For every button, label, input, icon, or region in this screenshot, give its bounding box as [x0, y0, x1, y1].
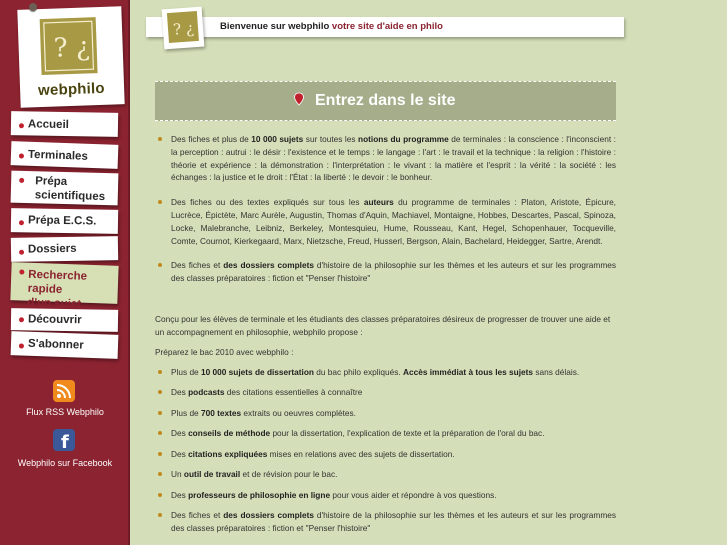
enter-site-banner[interactable]: Entrez dans le site — [155, 81, 616, 121]
audience-paragraph: Conçu pour les élèves de terminale et le… — [155, 314, 611, 337]
svg-text:f: f — [61, 432, 69, 451]
menu-item-accueil[interactable]: Accueil — [10, 111, 119, 137]
welcome-text: Bienvenue sur webphilo — [220, 21, 330, 32]
emphasis-text: professeurs de philosophie en ligne — [188, 489, 331, 500]
logo-mark: ? ¿ — [39, 17, 98, 76]
list-item-text: extraits ou oeuvres complètes. — [241, 407, 356, 418]
list-item-text: Des fiches et plus de — [171, 134, 252, 144]
list-item-text: Des fiches ou des textes expliqués sur t… — [171, 197, 364, 208]
list-item-text: du bac philo expliqués. — [313, 367, 403, 377]
list-item-text: Un — [171, 469, 184, 480]
list-item: Des fiches et plus de 10 000 sujets sur … — [155, 133, 616, 184]
menu-bullet-icon — [18, 317, 25, 323]
list-item-text: pour vous aider et répondre à vos questi… — [330, 489, 497, 500]
features-list: Plus de 10 000 sujets de dissertation du… — [155, 366, 616, 535]
menu-bullet-icon — [19, 249, 25, 255]
sidebar: ? ¿ webphilo Accueil Terminales Prépa sc… — [0, 0, 130, 545]
menu-item-label: Découvrir — [27, 313, 82, 327]
menu-item-prepa-ecs[interactable]: Prépa E.C.S. — [10, 208, 119, 234]
emphasis-text: 700 textes — [200, 407, 242, 418]
tagline-text: votre site d'aide en philo — [331, 21, 443, 32]
menu-item-decouvrir[interactable]: Découvrir — [10, 308, 119, 332]
emphasis-text: Accès immédiat à tous les sujets — [403, 367, 534, 377]
emphasis-text: auteurs — [363, 197, 394, 208]
menu-item-label: Prépa scientifiques — [34, 175, 106, 204]
list-item-text: sur toutes les — [303, 134, 359, 144]
logo-symbol-question: ? ¿ — [53, 32, 90, 63]
list-item: Des professeurs de philosophie en ligne … — [155, 489, 616, 502]
emphasis-text: 10 000 sujets de dissertation — [200, 367, 314, 377]
rss-icon[interactable] — [53, 380, 75, 402]
menu-item-label: Dossiers — [27, 242, 77, 256]
list-item-text: Des — [171, 428, 189, 439]
header-bar: Bienvenue sur webphilo votre site d'aide… — [146, 17, 624, 37]
facebook-link[interactable]: Webphilo sur Facebook — [0, 458, 130, 468]
list-item-text: Des — [171, 489, 189, 500]
header-welcome: Bienvenue sur webphilo votre site d'aide… — [220, 21, 443, 32]
svg-text:? ¿: ? ¿ — [172, 19, 194, 38]
header-logo[interactable]: ? ¿ — [161, 6, 205, 50]
header-logo-mark: ? ¿ — [166, 10, 199, 44]
menu-item-label: Terminales — [27, 148, 89, 163]
menu-bullet-icon — [18, 123, 25, 129]
list-item: Plus de 10 000 sujets de dissertation du… — [155, 366, 616, 379]
emphasis-text: outil de travail — [183, 469, 241, 480]
menu-bullet-icon — [19, 177, 25, 183]
menu-item-label: Recherche rapide d'un sujet — [27, 268, 88, 311]
emphasis-text: citations expliquées — [188, 448, 268, 459]
list-item: Un outil de travail et de révision pour … — [155, 468, 616, 481]
emphasis-text: podcasts — [188, 387, 225, 398]
facebook-icon[interactable]: f — [53, 429, 75, 453]
menu-item-terminales[interactable]: Terminales — [10, 141, 119, 169]
list-item-text: et de révision pour le bac. — [240, 469, 338, 480]
menu-item-label: Prépa E.C.S. — [27, 214, 97, 228]
emphasis-text: conseils de méthode — [188, 428, 271, 439]
logo-text: webphilo — [37, 79, 106, 100]
menu-item-label: Accueil — [27, 118, 70, 132]
list-item: Plus de 700 textes extraits ou oeuvres c… — [155, 407, 616, 420]
list-item-text: pour la dissertation, l'explication de t… — [270, 428, 545, 439]
bac-paragraph: Préparez le bac 2010 avec webphilo : — [155, 347, 294, 357]
list-item-text: Des — [171, 387, 189, 398]
list-item: Des citations expliquées mises en relati… — [155, 448, 616, 461]
list-item-text: Plus de — [171, 407, 201, 418]
list-item-text: Des fiches et — [171, 510, 224, 521]
banner-title: Entrez dans le site — [315, 92, 456, 109]
intro-list: Des fiches et plus de 10 000 sujets sur … — [155, 133, 616, 285]
menu-bullet-icon — [18, 153, 25, 159]
site-logo[interactable]: ? ¿ webphilo — [17, 6, 125, 108]
list-item: Des fiches et des dossiers complets d'hi… — [155, 509, 616, 535]
pushpin-icon — [29, 3, 37, 11]
emphasis-text: des dossiers complets — [223, 510, 314, 521]
list-item-text: Des fiches et — [171, 260, 224, 271]
menu-item-recherche-rapide[interactable]: Recherche rapide d'un sujet — [10, 262, 119, 311]
list-item-text: sans délais. — [533, 367, 580, 377]
menu-item-sabonner[interactable]: S'abonner — [10, 331, 119, 359]
list-item: Des fiches et des dossiers complets d'hi… — [155, 259, 616, 285]
list-item: Des conseils de méthode pour la disserta… — [155, 427, 616, 440]
list-item: Des fiches ou des textes expliqués sur t… — [155, 196, 616, 247]
menu-item-dossiers[interactable]: Dossiers — [10, 236, 119, 262]
menu-bullet-icon — [18, 343, 25, 349]
list-item-text: Des — [171, 448, 189, 459]
emphasis-text: notions du programme — [358, 134, 449, 144]
menu-item-label: S'abonner — [27, 337, 84, 352]
location-pin-icon — [294, 92, 304, 106]
menu-bullet-icon — [19, 269, 25, 275]
list-item-text: des citations essentielles à connaître — [224, 387, 363, 398]
list-item-text: mises en relations avec des sujets de di… — [267, 448, 455, 459]
menu-bullet-icon — [18, 220, 25, 226]
menu-item-prepa-scientifiques[interactable]: Prépa scientifiques — [10, 170, 119, 206]
list-item: Des podcasts des citations essentielles … — [155, 386, 616, 399]
list-item-text: Plus de — [171, 367, 201, 377]
emphasis-text: 10 000 sujets — [251, 134, 304, 144]
rss-link[interactable]: Flux RSS Webphilo — [0, 407, 130, 417]
emphasis-text: des dossiers complets — [223, 260, 314, 271]
